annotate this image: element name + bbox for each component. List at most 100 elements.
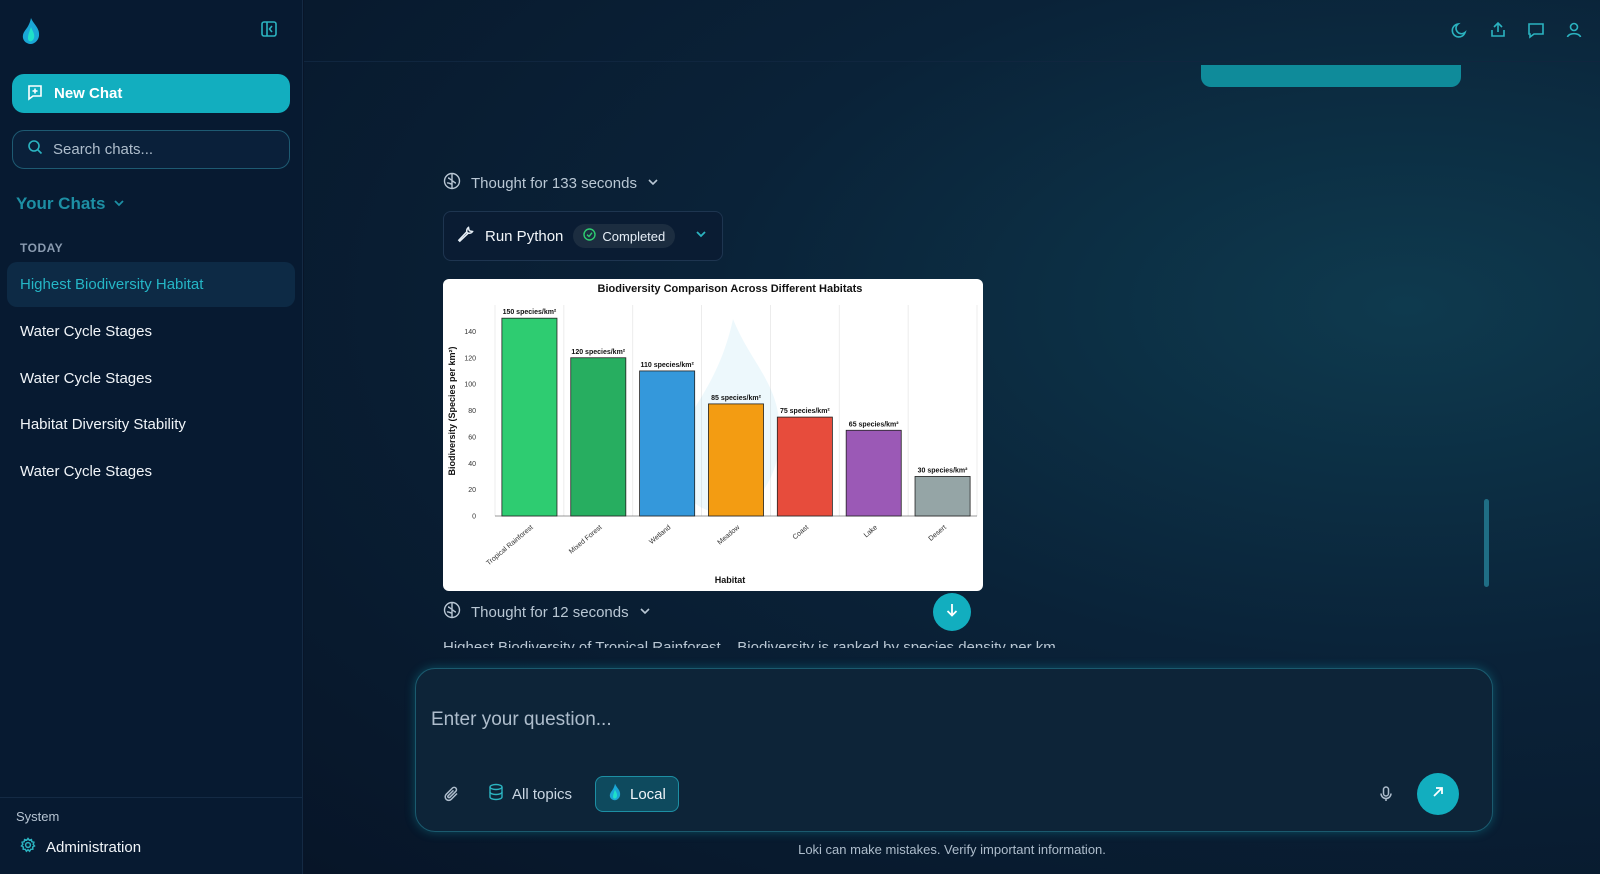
wrench-icon [457,225,475,248]
main-area: Thought for 133 seconds Run Python Compl… [304,0,1600,874]
y-axis-label: Biodiversity (Species per km²) [447,346,457,475]
y-tick-label: 140 [464,329,476,336]
question-input[interactable] [431,709,1431,739]
your-chats-label: Your Chats [16,194,106,213]
chart-bar [845,429,902,517]
chevron-down-icon [647,175,659,192]
brain-icon [443,172,461,194]
chart-data-label: 65 species/km² [849,421,899,428]
chat-item-label: Highest Biodiversity Habitat [20,276,204,293]
chart-bar [570,357,627,517]
chevron-down-icon [695,227,707,245]
scrollbar-thumb[interactable] [1484,499,1489,587]
administration-link[interactable]: Administration [20,837,141,857]
top-bar [304,0,1600,62]
chart-bar [501,317,558,517]
chart-data-label: 120 species/km² [571,349,625,356]
chart-title: Biodiversity Comparison Across Different… [598,283,863,295]
x-tick-label: Lake [863,524,879,539]
status-badge: Completed [573,224,676,248]
chat-item-label: Habitat Diversity Stability [20,416,186,433]
check-circle-icon [583,228,597,244]
chat-item-water-cycle-stages[interactable]: Water Cycle Stages [7,309,295,354]
truncated-response-text: Highest Biodiversity of Tropical Rainfor… [443,640,1203,648]
x-tick-label: Meadow [717,524,742,547]
section-heading-today: TODAY [20,241,64,255]
x-axis-label: Habitat [715,575,746,585]
x-tick-label: Mixed Forest [568,524,604,555]
model-label: Local [630,785,666,803]
moon-icon[interactable] [1450,20,1470,40]
y-tick-label: 40 [468,461,476,468]
collapse-sidebar-icon[interactable] [260,20,278,38]
share-icon[interactable] [1488,20,1508,40]
chart-bar [639,370,696,517]
bar-chart: Biodiversity Comparison Across Different… [447,283,978,585]
x-tick-labels: Tropical Rainforest Mixed Forest Wetland Me… [485,524,947,568]
x-tick-label: Tropical Rainforest [485,524,534,567]
system-section-label: System [16,809,60,824]
chart-data-label: 110 species/km² [640,362,694,369]
y-tick-label: 80 [468,408,476,415]
search-input[interactable] [53,141,273,158]
sidebar: New Chat Your Chats TODAY Highest Biodiv… [0,0,303,874]
divider [0,797,303,798]
arrow-down-icon [944,602,960,623]
administration-label: Administration [46,838,142,856]
model-selector-local[interactable]: Local [595,776,679,812]
y-tick-label: 20 [468,487,476,494]
chart-bar [708,403,764,517]
thought-toggle[interactable]: Thought for 133 seconds [443,172,659,194]
new-chat-icon [26,83,44,105]
app-logo-icon[interactable] [20,17,42,45]
your-chats-toggle[interactable]: Your Chats [16,194,125,214]
arrow-up-right-icon [1431,785,1445,804]
app-logo-icon [608,783,622,805]
tool-name: Run Python [485,227,564,245]
x-tick-label: Desert [928,524,948,543]
tool-call-run-python[interactable]: Run Python Completed [443,211,723,261]
chevron-down-icon [639,604,651,621]
y-tick-labels: 0 20 40 60 80 100 120 140 [464,329,476,521]
chat-bubble-icon[interactable] [1526,20,1546,40]
chat-item-water-cycle-stages[interactable]: Water Cycle Stages [7,449,295,494]
chart-data-label: 30 species/km² [918,467,968,474]
scroll-to-bottom-button[interactable] [933,593,971,631]
chevron-down-icon [113,194,125,214]
microphone-icon[interactable] [1377,785,1395,803]
thought-label: Thought for 133 seconds [471,174,637,192]
all-topics-label: All topics [512,785,573,803]
x-tick-label: Wetland [648,524,672,546]
y-tick-label: 0 [472,514,476,521]
paperclip-icon[interactable] [443,785,461,803]
search-chats [12,130,290,169]
x-tick-label: Coast [792,524,811,541]
thought-label: Thought for 12 seconds [471,603,629,621]
new-chat-button[interactable]: New Chat [12,74,290,113]
gear-icon [20,837,36,857]
chart-data-label: 150 species/km² [503,309,557,316]
chart-data-label: 75 species/km² [780,408,830,415]
chart-image: Biodiversity Comparison Across Different… [443,279,983,591]
search-icon [27,139,43,160]
y-tick-label: 100 [464,382,476,389]
chat-item-highest-biodiversity-habitat[interactable]: Highest Biodiversity Habitat [7,262,295,307]
send-button[interactable] [1417,773,1459,815]
user-icon[interactable] [1564,20,1584,40]
chat-item-water-cycle-stages[interactable]: Water Cycle Stages [7,356,295,401]
chat-item-label: Water Cycle Stages [20,463,152,480]
new-chat-label: New Chat [54,85,123,102]
y-tick-label: 120 [464,355,476,362]
database-icon [488,783,504,805]
thought-toggle[interactable]: Thought for 12 seconds [443,601,651,623]
brain-icon [443,601,461,623]
chat-item-habitat-diversity-stability[interactable]: Habitat Diversity Stability [7,402,295,447]
status-label: Completed [602,228,666,244]
y-tick-label: 60 [468,434,476,441]
message-composer: All topics Local [415,668,1493,832]
all-topics-button[interactable]: All topics [488,783,572,805]
chart-bar [914,476,971,517]
chat-item-label: Water Cycle Stages [20,323,152,340]
chart-bar [776,416,833,517]
chart-data-label: 85 species/km² [711,395,761,402]
